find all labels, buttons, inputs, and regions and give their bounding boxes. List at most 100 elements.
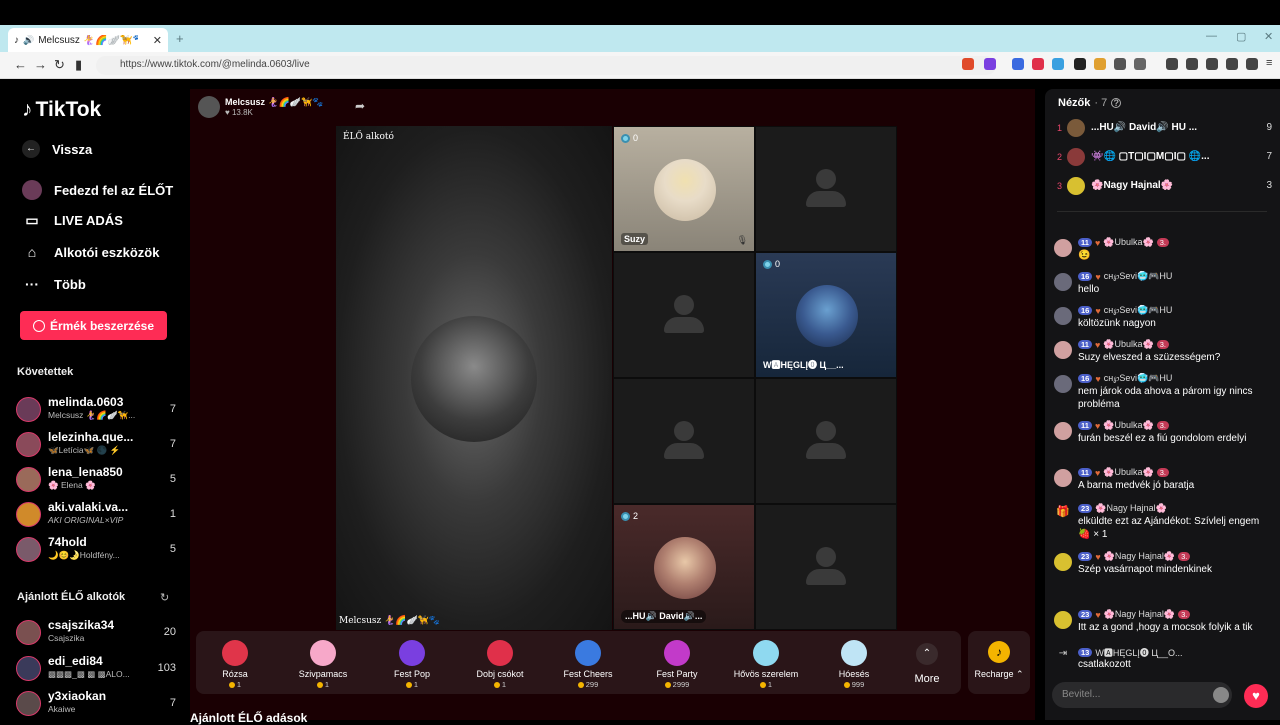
avatar[interactable] — [1054, 553, 1072, 571]
top-viewer-row[interactable]: 2 👾🌐 ▢T▢I▢M▢I▢ 🌐... 7 — [1057, 148, 1272, 168]
following-item[interactable]: melinda.0603 Melcsusz 🧜‍♀️🌈🪽🦮... 7 — [16, 395, 176, 425]
browser-tab[interactable]: ♪ 🔊 Melcsusz 🧜‍♀️🌈🪽🦮🐾( ✕ — [8, 28, 168, 52]
following-item[interactable]: lelezinha.que... 🦋Letícia🦋 🌑 ⚡ 7 — [16, 430, 176, 460]
avatar — [16, 656, 41, 681]
top-viewer-row[interactable]: 3 🌸Nagy Hajnal🌸 3 — [1057, 177, 1272, 197]
get-coins-button[interactable]: Érmék beszerzése — [20, 311, 167, 340]
avatar[interactable] — [1054, 341, 1072, 359]
new-tab-icon[interactable]: + — [176, 31, 184, 46]
gift-fest-pop[interactable]: Fest Pop 1 — [373, 636, 451, 689]
info-icon[interactable]: ? — [1111, 98, 1122, 108]
url-input[interactable]: https://www.tiktok.com/@melinda.0603/liv… — [96, 56, 996, 75]
translate-icon[interactable] — [1012, 58, 1024, 70]
avatar — [16, 620, 41, 645]
recommended-item[interactable]: edi_edi84 ▩▩▩_▩ ▩ ▩ALO... 103 — [16, 654, 176, 684]
screen-top-bar — [0, 0, 1280, 25]
divider — [1057, 211, 1267, 212]
back-icon[interactable]: ← — [14, 57, 27, 72]
host-video-name: Melcsusz 🧜‍♀️🌈🪽🦮🐾 — [339, 616, 441, 626]
guest-cell-wahegli[interactable]: 0 W🅰HĘGLĮ⓿ Ц__... — [755, 252, 897, 378]
gift-cool-love[interactable]: Hővös szerelem 1 — [727, 636, 805, 689]
gift-heart-puff[interactable]: Szivpamacs 1 — [284, 636, 362, 689]
github-extension-icon[interactable] — [1074, 58, 1086, 70]
puzzle-extension-icon[interactable] — [1114, 58, 1126, 70]
rewards-icon[interactable] — [984, 58, 996, 70]
avatar[interactable] — [1054, 422, 1072, 440]
avatar[interactable] — [1054, 611, 1072, 629]
color-extension-icon[interactable] — [1094, 58, 1106, 70]
hls-extension-icon[interactable] — [1052, 58, 1064, 70]
nav-more[interactable]: ··· Több — [22, 276, 86, 292]
guest-cell-david[interactable]: 2 ...HU🔊 David🔊... — [613, 504, 755, 630]
music-extension-icon[interactable] — [1166, 58, 1178, 70]
empty-guest-seat[interactable] — [613, 378, 755, 504]
bookmark-icon[interactable]: ▮ — [75, 57, 82, 73]
gift-fest-cheers[interactable]: Fest Cheers 299 — [549, 636, 627, 689]
level-badge: 11 — [1078, 340, 1092, 349]
avatar[interactable] — [1054, 469, 1072, 487]
nav-explore-live[interactable]: Fedezd fel az ÉLŐT — [22, 180, 173, 200]
recommended-item[interactable]: csajszika34 Csajszika 20 — [16, 618, 176, 648]
avatar[interactable] — [1054, 375, 1072, 393]
close-window-icon[interactable]: ✕ — [1264, 30, 1273, 43]
more-gifts-button[interactable]: ⌃ More — [907, 643, 947, 685]
fest-pop-icon — [399, 640, 425, 666]
screenshot-extension-icon[interactable] — [1134, 58, 1146, 70]
viewer-name: 👾🌐 ▢T▢I▢M▢I▢ 🌐... — [1091, 151, 1210, 162]
recommended-item[interactable]: y3xiaokan Akaiwe 7 — [16, 689, 176, 719]
extension-icon[interactable] — [1032, 58, 1044, 70]
following-item[interactable]: aki.valaki.va... AKI ORIGINAL×VIP 1 — [16, 500, 176, 530]
gem-icon — [621, 133, 630, 143]
avatar[interactable] — [1054, 307, 1072, 325]
snowflake-icon — [841, 640, 867, 666]
following-item[interactable]: lena_lena850 🌸 Elena 🌸 5 — [16, 465, 176, 495]
emoji-icon[interactable] — [1213, 687, 1229, 703]
empty-guest-seat[interactable] — [755, 126, 897, 252]
top-viewer-row[interactable]: 1 ...HU🔊 David🔊 HU ... 9 — [1057, 119, 1272, 139]
minimize-icon[interactable]: — — [1206, 30, 1217, 42]
share-icon[interactable]: ➦ — [355, 99, 365, 113]
brave-shield-icon[interactable] — [962, 58, 974, 70]
sidebar-toggle-icon[interactable] — [1186, 58, 1198, 70]
vpn-icon[interactable] — [1246, 58, 1258, 70]
viewer-count: 103 — [157, 662, 176, 674]
guest-gift-count: 0 — [621, 133, 638, 143]
empty-guest-seat[interactable] — [613, 252, 755, 378]
tiktok-logo[interactable]: ♪ TikTok — [22, 98, 101, 122]
back-link[interactable]: ← Vissza — [22, 140, 92, 158]
rank: 3 — [1057, 181, 1063, 191]
empty-guest-seat[interactable] — [755, 378, 897, 504]
browser-menu-icon[interactable]: ≡ — [1266, 57, 1272, 69]
person-placeholder-icon — [806, 169, 846, 209]
forward-icon[interactable]: → — [34, 57, 47, 72]
maximize-icon[interactable]: ▢ — [1236, 30, 1246, 43]
gift-blow-kiss[interactable]: Dobj csókot 1 — [461, 636, 539, 689]
gift-fest-party[interactable]: Fest Party 2999 — [638, 636, 716, 689]
empty-guest-seat[interactable] — [755, 504, 897, 630]
chat-text: Suzy elveszed a szüzességem? — [1078, 352, 1221, 363]
level-badge: 13 — [1078, 648, 1093, 657]
heart-icon: ♥ — [1094, 420, 1101, 431]
gift-rose[interactable]: Rózsa 1 — [196, 636, 274, 689]
lightbulb-icon: ⌂ — [27, 244, 37, 260]
wallet-icon[interactable] — [1206, 58, 1218, 70]
nav-live-broadcast[interactable]: ▭ LIVE ADÁS — [22, 212, 122, 229]
avatar[interactable] — [1054, 273, 1072, 291]
chat-text: nem járok oda ahova a párom igy nincs pr… — [1078, 386, 1253, 410]
reload-icon[interactable]: ↻ — [54, 57, 65, 73]
nav-creator-tools[interactable]: ⌂ Alkotói eszközök — [22, 244, 160, 260]
chat-input[interactable]: Bevitel... — [1052, 682, 1232, 708]
avatar[interactable] — [1054, 239, 1072, 257]
avatar — [1067, 119, 1085, 137]
download-icon[interactable] — [1226, 58, 1238, 70]
gift-snowfall[interactable]: Hóesés 999 — [815, 636, 893, 689]
following-item[interactable]: 74hold 🌙😊🌛Holdfény... 5 — [16, 535, 176, 565]
close-tab-icon[interactable]: ✕ — [153, 34, 162, 47]
guest-cell-suzy[interactable]: 0 Suzy 🎙 — [613, 126, 755, 252]
like-heart-button[interactable]: ♥ — [1244, 684, 1268, 708]
level-badge: 23 — [1078, 610, 1093, 619]
refresh-icon[interactable]: ↻ — [160, 591, 169, 604]
speaker-icon[interactable]: 🔊 — [23, 35, 34, 46]
recharge-button[interactable]: ♪ Recharge ⌃ — [968, 631, 1030, 694]
host-name: Melcsusz 🧜‍♀️🌈🪽🦮🐾 — [225, 97, 324, 107]
